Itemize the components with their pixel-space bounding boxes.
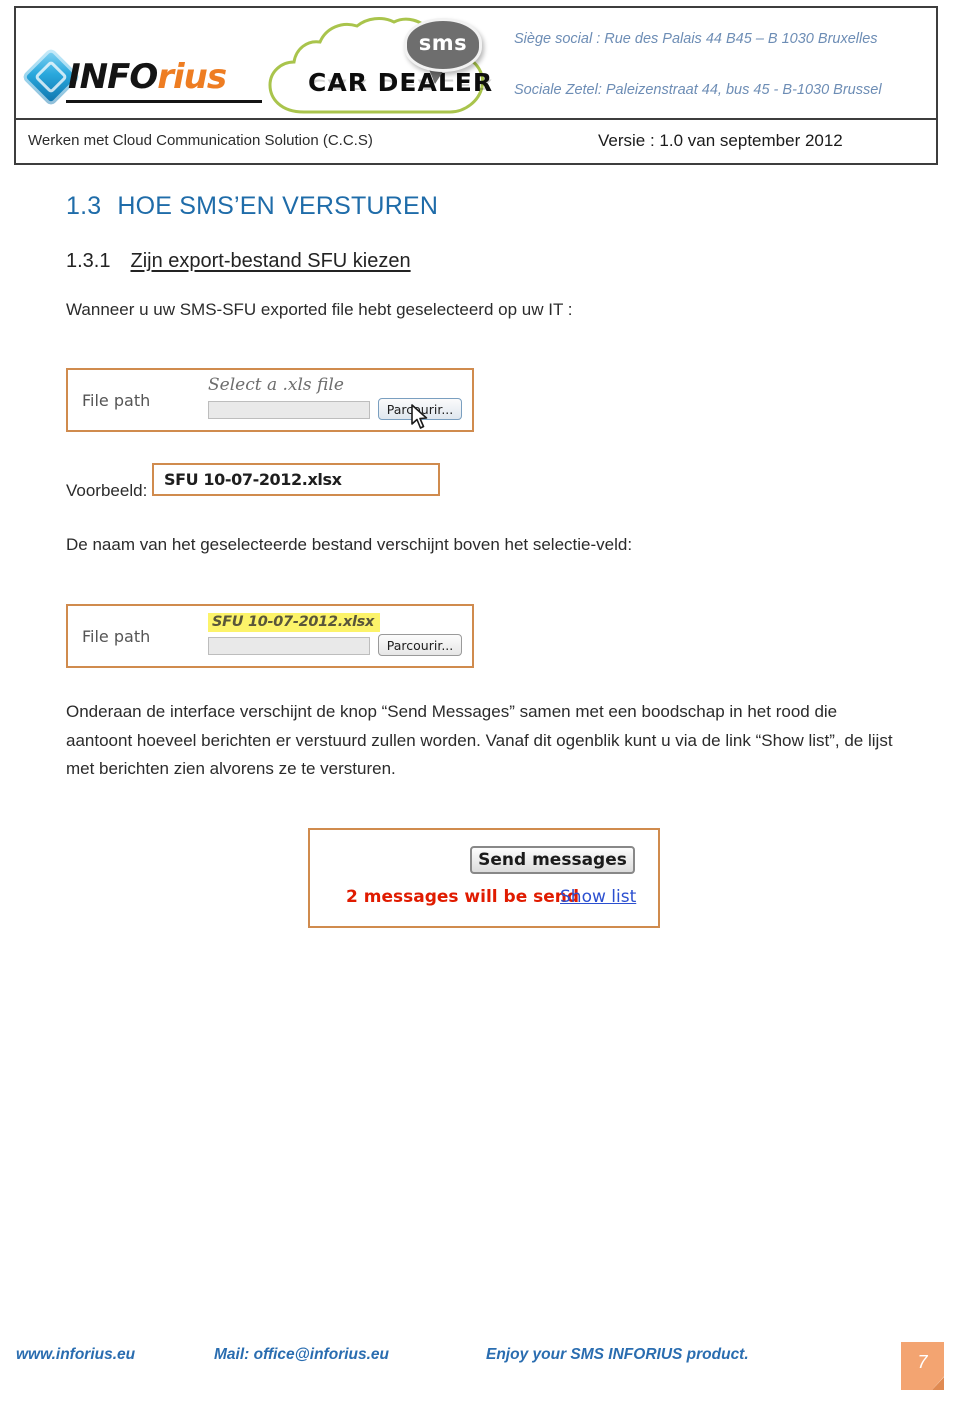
car-dealer-cloud-logo: CAR DEALER CAR DEALER sms <box>264 16 493 118</box>
address-line-nl: Sociale Zetel: Paleizenstraat 44, bus 45… <box>514 82 882 98</box>
document-header: INFOrius CAR DEALER CAR DEALER sms Siège… <box>14 6 938 165</box>
sms-speech-bubble-icon: sms <box>404 18 482 84</box>
filepath-input[interactable] <box>208 637 370 655</box>
show-list-link[interactable]: Show list <box>560 887 636 907</box>
subsection-heading: 1.3.1 Zijn export-bestand SFU kiezen <box>66 250 411 273</box>
browse-button[interactable]: Parcourir... <box>378 634 462 656</box>
subsection-heading-number: 1.3.1 <box>66 250 111 272</box>
page-number: 7 <box>917 1352 928 1372</box>
filepath-label: File path <box>82 391 151 410</box>
header-branding-row: INFOrius CAR DEALER CAR DEALER sms Siège… <box>16 8 936 120</box>
voorbeeld-label: Voorbeeld: <box>66 481 148 500</box>
messages-count-status: 2 messages will be send <box>346 887 580 907</box>
screenshot-selected-filename: SFU 10-07-2012.xlsx <box>152 463 440 496</box>
footer-mail[interactable]: Mail: office@inforius.eu <box>214 1346 389 1364</box>
section-heading-title: HOE SMS’EN VERSTUREN <box>117 192 439 220</box>
selected-filename-text: SFU 10-07-2012.xlsx <box>164 470 342 489</box>
description-paragraph: De naam van het geselecteerde bestand ve… <box>66 535 633 554</box>
inforius-logo: INFOrius <box>21 47 263 112</box>
section-heading: 1.3 HOE SMS’EN VERSTUREN <box>66 192 438 221</box>
send-messages-button[interactable]: Send messages <box>470 846 635 874</box>
sms-bubble-label: sms <box>418 31 468 55</box>
subsection-heading-title: Zijn export-bestand SFU kiezen <box>130 250 411 272</box>
section-heading-number: 1.3 <box>66 192 102 220</box>
company-address-block: Siège social : Rue des Palais 44 B45 – B… <box>514 30 934 100</box>
inforius-underline <box>66 100 262 103</box>
footer-slogan: Enjoy your SMS INFORIUS product. <box>486 1346 749 1363</box>
screenshot-filepath-empty: File path Select a .xls file Parcourir..… <box>66 368 474 432</box>
inforius-wordmark-orange: rius <box>157 57 227 97</box>
intro-paragraph: Wanneer u uw SMS-SFU exported file hebt … <box>66 300 573 319</box>
browse-button[interactable]: Parcourir... <box>378 398 462 420</box>
screenshot-send-messages: Send messages 2 messages will be send Sh… <box>308 828 660 928</box>
inforius-wordmark: INFOrius <box>68 57 227 97</box>
inforius-wordmark-black: INFO <box>68 57 158 97</box>
filepath-selected-filename-highlight: SFU 10-07-2012.xlsx <box>208 613 381 632</box>
address-line-fr: Siège social : Rue des Palais 44 B45 – B… <box>514 31 878 47</box>
filepath-label: File path <box>82 627 151 646</box>
filepath-hint-text: Select a .xls file <box>208 375 344 395</box>
document-footer: www.inforius.eu Mail: office@inforius.eu… <box>0 1346 960 1386</box>
document-version: Versie : 1.0 van september 2012 <box>598 131 843 150</box>
document-title: Werken met Cloud Communication Solution … <box>28 132 373 149</box>
screenshot-filepath-filled: File path SFU 10-07-2012.xlsx Parcourir.… <box>66 604 474 668</box>
footer-website[interactable]: www.inforius.eu <box>16 1346 135 1364</box>
page-number-tag: 7 <box>901 1342 944 1390</box>
header-title-row: Werken met Cloud Communication Solution … <box>16 120 936 163</box>
filepath-input[interactable] <box>208 401 370 419</box>
instructions-paragraph: Onderaan de interface verschijnt de knop… <box>66 702 893 778</box>
